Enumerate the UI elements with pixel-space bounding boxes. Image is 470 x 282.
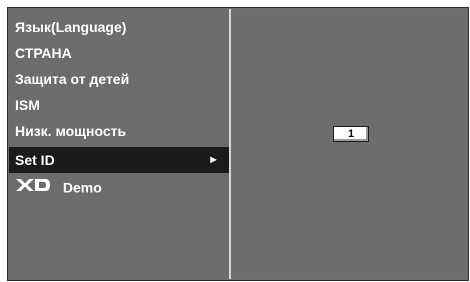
arrow-right-icon: ► <box>208 154 219 166</box>
menu-item-set-id[interactable]: Set ID ► <box>9 147 229 173</box>
tv-screen: Язык(Language) СТРАНА Защита от детей IS… <box>0 0 470 282</box>
menu-item-language[interactable]: Язык(Language) <box>9 14 229 40</box>
settings-panel: 1 <box>231 9 468 279</box>
menu-item-label: ISM <box>15 97 40 113</box>
menu-item-label: Язык(Language) <box>15 19 127 35</box>
menu-item-label: Set ID <box>15 152 55 168</box>
menu-item-label: Защита от детей <box>15 71 130 87</box>
menu-item-label: Demo <box>62 179 102 196</box>
menu-item-label: СТРАНА <box>15 45 72 61</box>
osd-menu: Язык(Language) СТРАНА Защита от детей IS… <box>7 7 469 281</box>
menu-item-country[interactable]: СТРАНА <box>9 40 229 66</box>
menu-item-child-lock[interactable]: Защита от детей <box>9 66 229 92</box>
menu-item-ism[interactable]: ISM <box>9 92 229 118</box>
menu-list: Язык(Language) СТРАНА Защита от детей IS… <box>9 9 229 279</box>
menu-item-low-power[interactable]: Низк. мощность <box>9 118 229 144</box>
menu-item-label: Низк. мощность <box>15 123 127 139</box>
menu-item-xd-demo[interactable]: Demo <box>9 173 229 199</box>
xd-logo-icon <box>15 174 51 200</box>
set-id-value-field[interactable]: 1 <box>333 126 369 142</box>
